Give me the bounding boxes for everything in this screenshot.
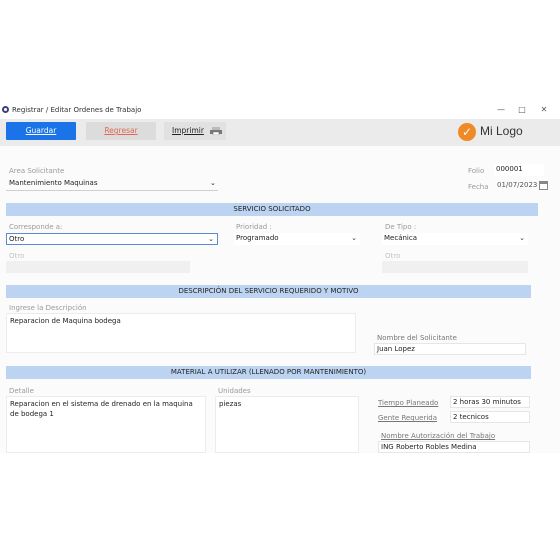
tipo-select[interactable]: Mecánica ⌄ <box>382 233 528 245</box>
corresponde-label: Corresponde a: <box>9 223 63 231</box>
descripcion-textarea[interactable]: Reparacion de Maquina bodega <box>6 313 356 353</box>
maximize-button[interactable]: □ <box>515 104 529 116</box>
solicitante-label: Nombre del Solicitante <box>377 334 457 342</box>
area-solicitante-select[interactable]: Mantenimiento Maquinas <box>9 179 97 187</box>
print-button[interactable]: Imprimir <box>164 122 226 140</box>
logo-text: Mi Logo <box>480 124 523 138</box>
prioridad-select[interactable]: Programado ⌄ <box>234 233 360 245</box>
area-underline <box>6 190 218 191</box>
tiempo-label: Tiempo Planeado <box>378 399 439 407</box>
prioridad-value: Programado <box>236 234 279 242</box>
gente-input[interactable]: 2 tecnicos <box>450 411 530 423</box>
chevron-down-icon: ⌄ <box>519 234 525 242</box>
area-solicitante-label: Area Solicitante <box>9 167 65 175</box>
otro-tipo-label: Otro <box>385 252 401 260</box>
calendar-icon[interactable] <box>539 181 548 190</box>
section-material: MATERIAL A UTILIZAR (LLENADO POR MANTENI… <box>6 366 531 379</box>
descripcion-placeholder: Ingrese la Descripción <box>9 304 87 312</box>
folio-label: Folio <box>468 167 485 175</box>
section-descripcion: DESCRIPCIÓN DEL SERVICIO REQUERIDO Y MOT… <box>6 285 531 298</box>
corresponde-select[interactable]: Otro ⌄ <box>6 233 218 245</box>
printer-icon <box>210 127 222 135</box>
tiempo-input[interactable]: 2 horas 30 minutos <box>450 396 530 408</box>
folio-field[interactable]: 000001 <box>494 164 544 176</box>
fecha-field[interactable]: 01/07/2023 <box>497 181 537 189</box>
section-servicio-solicitado: SERVICIO SOLICITADO <box>6 203 538 216</box>
detalle-label: Detalle <box>9 387 34 395</box>
print-button-label: Imprimir <box>172 126 204 135</box>
unidades-label: Unidades <box>218 387 251 395</box>
prioridad-label: Prioridad : <box>236 223 272 231</box>
otro-corresponde-label: Otro <box>9 252 25 260</box>
toolbar: Guardar Regresar Imprimir ✓ Mi Logo <box>0 119 560 146</box>
solicitante-input[interactable]: Juan Lopez <box>374 343 526 355</box>
tipo-value: Mecánica <box>384 234 418 242</box>
save-button[interactable]: Guardar <box>6 122 76 140</box>
chevron-down-icon[interactable]: ⌄ <box>210 179 216 187</box>
otro-corresponde-input[interactable] <box>6 261 190 273</box>
work-order-window: Registrar / Editar Ordenes de Trabajo — … <box>0 101 560 453</box>
minimize-button[interactable]: — <box>494 104 508 116</box>
otro-tipo-input[interactable] <box>382 261 528 273</box>
check-logo-icon: ✓ <box>458 123 476 141</box>
unidades-textarea[interactable]: piezas <box>215 396 359 453</box>
gente-label: Gente Requerida <box>378 414 438 422</box>
autorizacion-label: Nombre Autorización del Trabajo <box>381 432 496 440</box>
tipo-label: De Tipo : <box>385 223 417 231</box>
chevron-down-icon: ⌄ <box>351 234 357 242</box>
back-button[interactable]: Regresar <box>86 122 156 140</box>
title-bar: Registrar / Editar Ordenes de Trabajo — … <box>0 101 560 119</box>
detalle-textarea[interactable]: Reparacion en el sistema de drenado en l… <box>6 396 206 453</box>
app-icon <box>2 106 9 113</box>
autorizacion-input[interactable]: ING Roberto Robles Medina <box>378 441 530 453</box>
close-button[interactable]: ✕ <box>537 104 551 116</box>
fecha-label: Fecha <box>468 183 489 191</box>
chevron-down-icon: ⌄ <box>208 235 214 243</box>
window-title: Registrar / Editar Ordenes de Trabajo <box>12 106 142 114</box>
corresponde-value: Otro <box>9 235 25 243</box>
